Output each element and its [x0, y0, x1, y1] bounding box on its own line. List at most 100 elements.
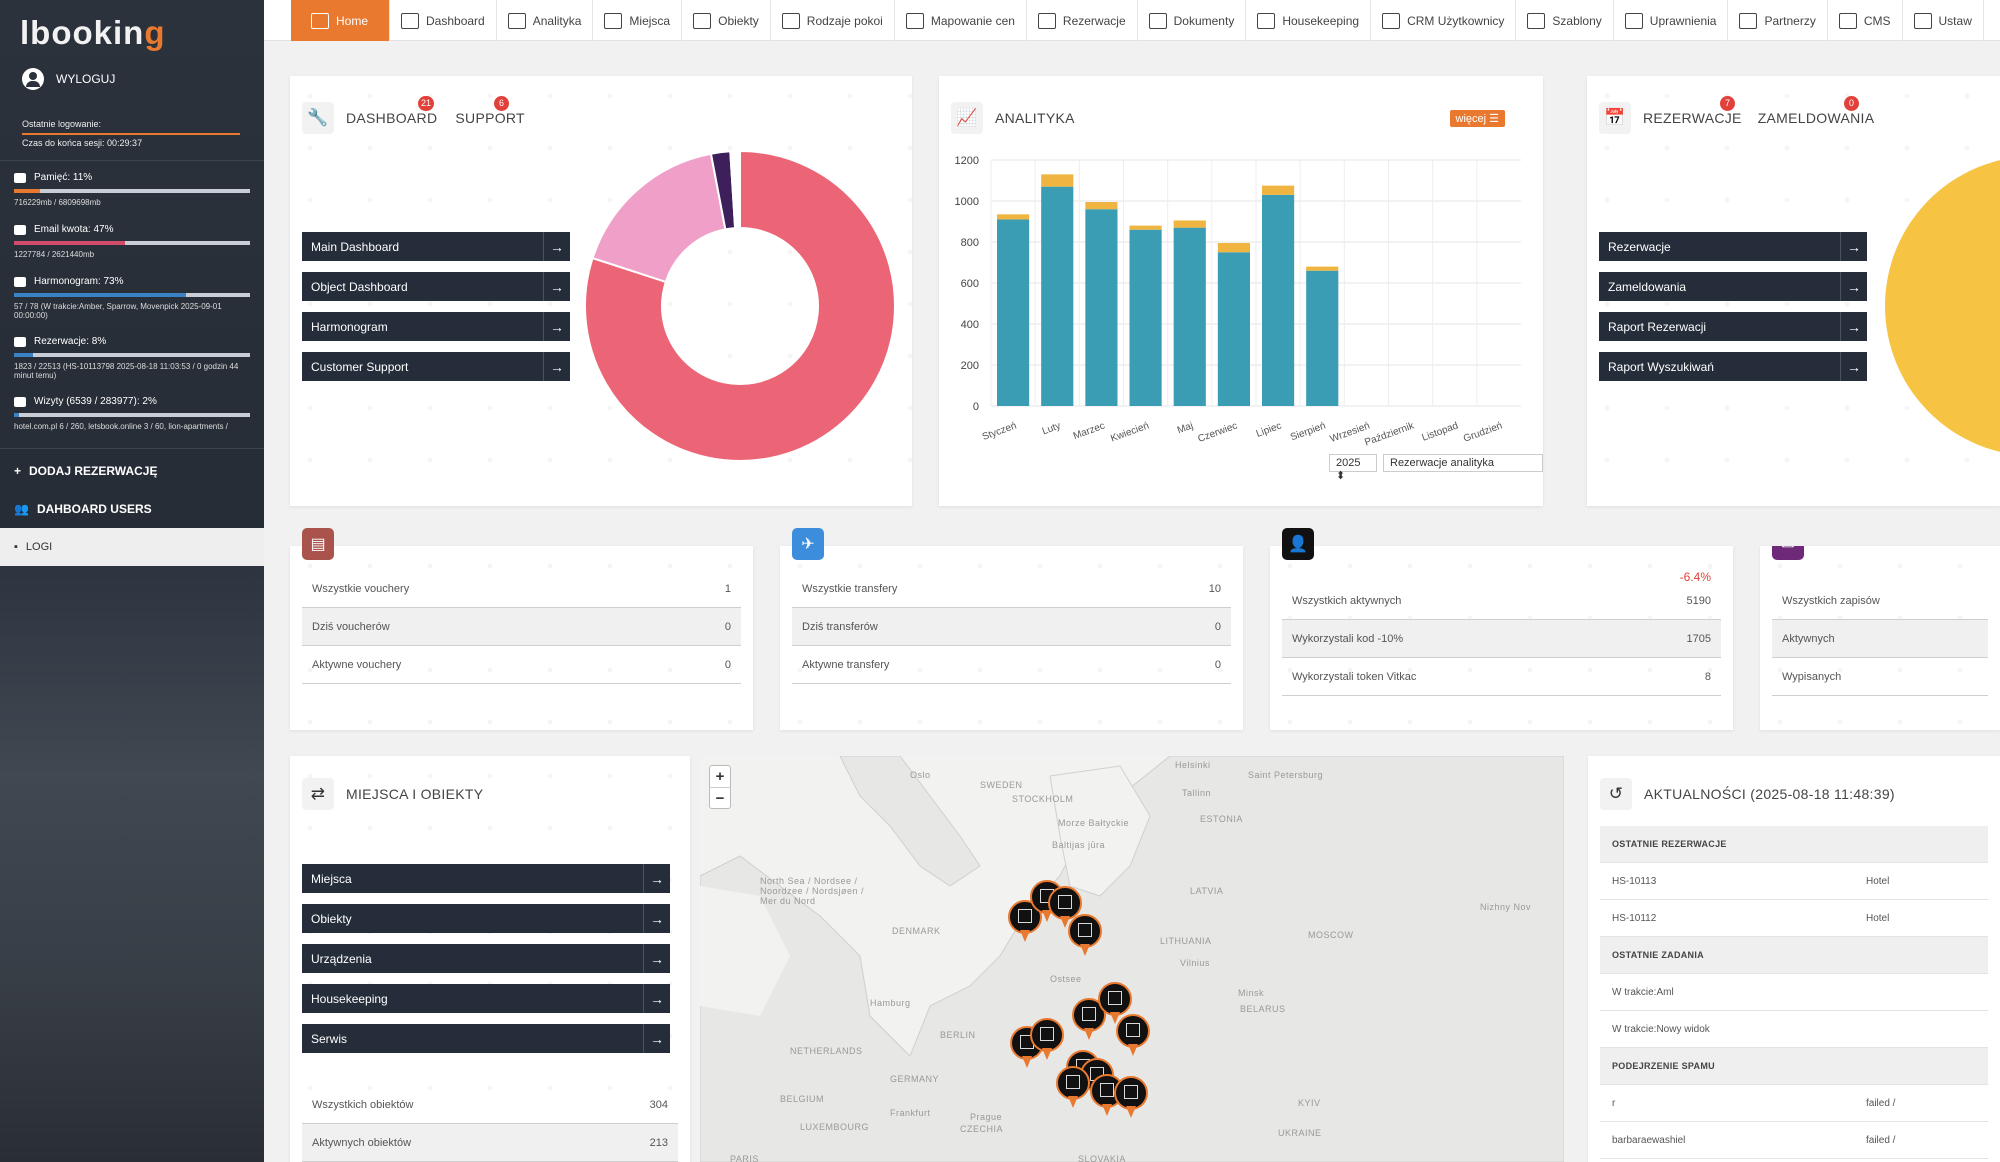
- nav-cms[interactable]: CMS: [1828, 0, 1903, 41]
- reservations-badge: 7: [1720, 96, 1735, 111]
- last-login: Ostatnie logowanie: Czas do końca sesji:…: [22, 118, 240, 149]
- nav-label: Ustaw: [1938, 13, 1972, 28]
- nav-dashboard[interactable]: Dashboard: [390, 0, 497, 41]
- map-marker[interactable]: [1030, 1018, 1064, 1064]
- nav-mapowanie-cen[interactable]: Mapowanie cen: [895, 0, 1027, 41]
- nav-crm-użytkownicy[interactable]: CRM Użytkownicy: [1371, 0, 1517, 41]
- bar[interactable]: [1262, 194, 1295, 406]
- add-reservation-button[interactable]: + DODAJ REZERWACJĘ: [0, 452, 264, 490]
- building-icon: [1108, 991, 1122, 1005]
- link-button-urządzenia[interactable]: Urządzenia →: [302, 944, 670, 973]
- link-button-rezerwacje[interactable]: Rezerwacje →: [1599, 232, 1867, 261]
- zoom-out-button[interactable]: −: [710, 788, 730, 809]
- bar[interactable]: [1041, 174, 1074, 187]
- nav-rezerwacje[interactable]: Rezerwacje: [1027, 0, 1138, 41]
- link-button-raport-wyszukiwań[interactable]: Raport Wyszukiwań →: [1599, 352, 1867, 381]
- bar[interactable]: [1129, 229, 1162, 406]
- link-button-label: Zameldowania: [1608, 279, 1687, 294]
- x-tick-label: Lipiec: [1255, 420, 1283, 439]
- building-icon: [1058, 895, 1072, 909]
- link-button-obiekty[interactable]: Obiekty →: [302, 904, 670, 933]
- stat-label-text: Wizyty (6539 / 283977): 2%: [34, 396, 157, 407]
- stat-row-label: Dziś transferów: [802, 620, 878, 633]
- users-icon: 👥: [14, 502, 29, 516]
- nav-analityka[interactable]: Analityka: [497, 0, 594, 41]
- news-row[interactable]: W trakcie:Nowy widok: [1600, 1011, 1988, 1048]
- news-row[interactable]: r failed /: [1600, 1085, 1988, 1122]
- nav-dokumenty[interactable]: Dokumenty: [1138, 0, 1247, 41]
- nav-miejsca[interactable]: Miejsca: [593, 0, 683, 41]
- analytics-type-value: Rezerwacje analityka: [1390, 457, 1494, 469]
- news-row[interactable]: HS-10112 Hotel: [1600, 900, 1988, 937]
- year-select[interactable]: 2025 ⬍: [1329, 454, 1377, 482]
- logo[interactable]: lbooking: [20, 14, 166, 52]
- bar[interactable]: [1173, 220, 1206, 228]
- bar[interactable]: [1085, 202, 1118, 210]
- nav-housekeeping[interactable]: Housekeeping: [1246, 0, 1372, 41]
- link-button-zameldowania[interactable]: Zameldowania →: [1599, 272, 1867, 301]
- map-marker[interactable]: [1116, 1014, 1150, 1060]
- more-button[interactable]: więcej ☰: [1449, 110, 1505, 127]
- dashboard-tab[interactable]: DASHBOARD: [346, 110, 437, 126]
- link-button-housekeeping[interactable]: Housekeeping →: [302, 984, 670, 1013]
- map-marker[interactable]: [1056, 1066, 1090, 1112]
- donut-slice[interactable]: [591, 152, 727, 284]
- building-icon: [1078, 923, 1092, 937]
- bar[interactable]: [1217, 243, 1250, 253]
- link-button-customer-support[interactable]: Customer Support →: [302, 352, 570, 381]
- link-button-miejsca[interactable]: Miejsca →: [302, 864, 670, 893]
- stat-row-label: Wszystkie transfery: [802, 582, 898, 595]
- bar[interactable]: [1262, 185, 1295, 195]
- news-row[interactable]: barbaraewashiel failed /: [1600, 1122, 1988, 1159]
- reservations-tab[interactable]: REZERWACJE: [1643, 110, 1742, 126]
- bar[interactable]: [1306, 270, 1339, 406]
- stat-progress-fill: [14, 189, 40, 193]
- dashboard-users-button[interactable]: 👥 DAHBOARD USERS: [0, 490, 264, 528]
- bar[interactable]: [1306, 266, 1339, 271]
- bar[interactable]: [997, 214, 1030, 220]
- stat-label-text: Rezerwacje: 8%: [34, 336, 107, 347]
- y-tick-label: 400: [961, 319, 979, 331]
- nav-partnerzy[interactable]: Partnerzy: [1728, 0, 1828, 41]
- bar[interactable]: [997, 219, 1030, 406]
- map-label: DENMARK: [892, 926, 941, 936]
- link-button-serwis[interactable]: Serwis →: [302, 1024, 670, 1053]
- news-section-header: OSTATNIE REZERWACJE: [1600, 826, 1988, 863]
- nav-uprawnienia[interactable]: Uprawnienia: [1614, 0, 1729, 41]
- nav-home[interactable]: Home: [291, 0, 390, 41]
- link-button-harmonogram[interactable]: Harmonogram →: [302, 312, 570, 341]
- news-row[interactable]: HS-10113 Hotel: [1600, 863, 1988, 900]
- map-label: BELARUS: [1240, 1004, 1286, 1014]
- bar[interactable]: [1041, 186, 1074, 406]
- bar[interactable]: [1217, 252, 1250, 406]
- y-tick-label: 600: [961, 278, 979, 290]
- newsletter-card: ✉ Wszystkich zapisów Aktywnych Wypisanych: [1760, 546, 2000, 730]
- nav-szablony[interactable]: Szablony: [1516, 0, 1614, 41]
- checkins-tab[interactable]: ZAMELDOWANIA: [1758, 110, 1875, 126]
- analytics-type-select[interactable]: Rezerwacje analityka: [1383, 454, 1543, 472]
- map-label: LUXEMBOURG: [800, 1122, 870, 1132]
- news-row[interactable]: W trakcie:Aml: [1600, 974, 1988, 1011]
- bar[interactable]: [1085, 209, 1118, 406]
- link-button-main-dashboard[interactable]: Main Dashboard →: [302, 232, 570, 261]
- map[interactable]: Oslo SWEDEN STOCKHOLM Helsinki Saint Petersb…: [700, 756, 1564, 1162]
- bar[interactable]: [1129, 225, 1162, 230]
- news-section-header: OSTATNIE ZADANIA: [1600, 937, 1988, 974]
- logout-button[interactable]: WYLOGUJ: [22, 68, 115, 90]
- stat-row-label: Wszystkich zapisów: [1782, 594, 1880, 607]
- link-button-raport-rezerwacji[interactable]: Raport Rezerwacji →: [1599, 312, 1867, 341]
- nav-label: Uprawnienia: [1649, 13, 1717, 28]
- nav-rodzaje-pokoi[interactable]: Rodzaje pokoi: [771, 0, 895, 41]
- bar[interactable]: [1173, 227, 1206, 406]
- logs-button[interactable]: ▪ LOGI: [0, 528, 264, 566]
- link-button-object-dashboard[interactable]: Object Dashboard →: [302, 272, 570, 301]
- map-marker[interactable]: [1114, 1076, 1148, 1122]
- zoom-in-button[interactable]: +: [710, 766, 730, 788]
- marker-tail: [1068, 1096, 1078, 1108]
- support-tab[interactable]: SUPPORT: [455, 110, 525, 126]
- map-marker[interactable]: [1068, 914, 1102, 960]
- nav-obiekty[interactable]: Obiekty: [682, 0, 771, 41]
- map-label: Helsinki: [1175, 760, 1211, 770]
- building-icon: [1082, 1007, 1096, 1021]
- nav-ustaw[interactable]: Ustaw: [1903, 0, 1984, 41]
